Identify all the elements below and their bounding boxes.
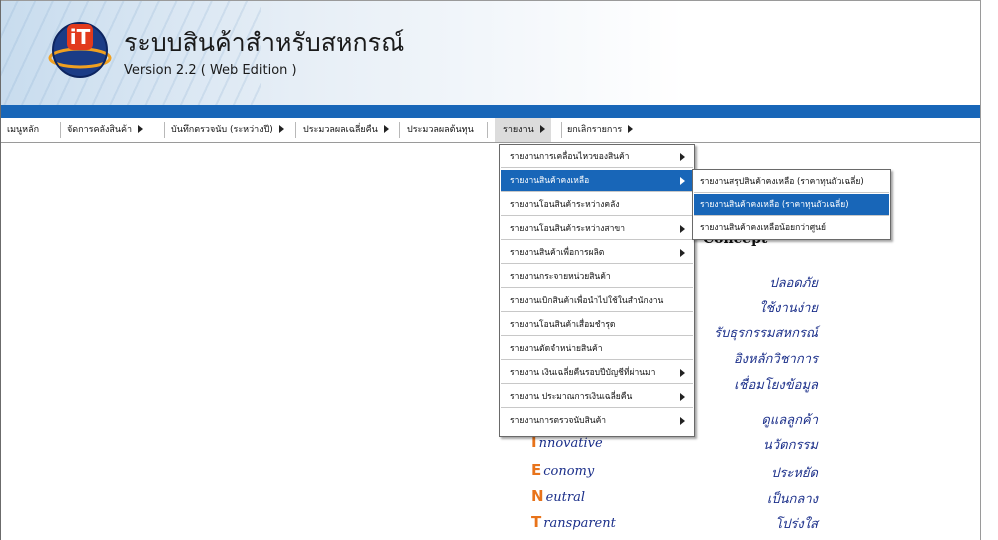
report-menu-item-label: รายงานเบิกสินค้าเพื่อนำไปใช้ในสำนักงาน xyxy=(510,296,664,306)
report-menu-item-label: รายงาน ประมาณการเงินเฉลี่ยคืน xyxy=(510,392,633,402)
report-menu-item[interactable]: รายงานการตรวจนับสินค้า xyxy=(501,410,693,432)
report-menu-item[interactable]: รายงานโอนสินค้าเสื่อมชำรุด xyxy=(501,314,693,336)
app-title: ระบบสินค้าสำหรับสหกรณ์ xyxy=(124,28,405,57)
report-menu-item[interactable]: รายงานโอนสินค้าระหว่างสาขา xyxy=(501,218,693,240)
chevron-right-icon xyxy=(680,417,685,425)
report-menu-item[interactable]: รายงาน เงินเฉลี่ยคืนรอบปีบัญชีที่ผ่านมา xyxy=(501,362,693,384)
chevron-right-icon xyxy=(138,125,144,133)
concept-value: ประหยัด xyxy=(771,466,818,481)
concept-value: รับธุรกรรมสหกรณ์ xyxy=(714,326,818,341)
concept-value: โปร่งใส xyxy=(775,517,818,532)
report-menu-item[interactable]: รายงาน ประมาณการเงินเฉลี่ยคืน xyxy=(501,386,693,408)
concept-value: นวัตกรรม xyxy=(762,438,818,453)
menu-main-label: เมนูหลัก xyxy=(7,125,40,135)
chevron-right-icon xyxy=(278,125,284,133)
concept-word: Neutral xyxy=(531,487,585,505)
report-menu-item[interactable]: รายงานโอนสินค้าระหว่างคลัง xyxy=(501,194,693,216)
report-menu-item-label: รายงานโอนสินค้าระหว่างสาขา xyxy=(510,224,625,234)
menu-dividend-process-label: ประมวลผลเฉลี่ยคืน xyxy=(303,125,378,135)
menu-count-record-label: บันทึกตรวจนับ (ระหว่างปี) xyxy=(171,125,273,135)
chevron-right-icon xyxy=(383,125,389,133)
menu-dividend-process[interactable]: ประมวลผลเฉลี่ยคืน xyxy=(303,118,389,142)
chevron-right-icon xyxy=(680,153,685,161)
concept-word: Transparent xyxy=(531,513,616,531)
stock-submenu-item[interactable]: รายงานสินค้าคงเหลือน้อยกว่าศูนย์ xyxy=(694,217,889,239)
chevron-right-icon xyxy=(680,369,685,377)
concept-value: อิงหลักวิชาการ xyxy=(733,352,818,367)
report-menu-item[interactable]: รายงานการเคลื่อนไหวของสินค้า xyxy=(501,146,693,168)
reports-dropdown: รายงานการเคลื่อนไหวของสินค้า รายงานสินค้… xyxy=(499,144,695,437)
app-header: iT ระบบสินค้าสำหรับสหกรณ์ Version 2.2 ( … xyxy=(1,1,980,105)
chevron-right-icon xyxy=(680,249,685,257)
report-menu-item[interactable]: รายงานตัดจำหน่ายสินค้า xyxy=(501,338,693,360)
header-band xyxy=(1,105,980,118)
menu-reports-label: รายงาน xyxy=(503,125,534,135)
menu-cost-process[interactable]: ประมวลผลต้นทุน xyxy=(407,118,474,142)
report-menu-item-label: รายงานกระจายหน่วยสินค้า xyxy=(510,272,611,282)
report-menu-item-label: รายงานโอนสินค้าระหว่างคลัง xyxy=(510,200,620,210)
concept-word-initial: N xyxy=(531,487,544,505)
report-menu-item-stock[interactable]: รายงานสินค้าคงเหลือ xyxy=(501,170,693,192)
stock-report-submenu: รายงานสรุปสินค้าคงเหลือ (ราคาทุนถัวเฉลี่… xyxy=(692,169,891,240)
menu-separator xyxy=(487,122,488,138)
menu-warehouse[interactable]: จัดการคลังสินค้า xyxy=(67,118,144,142)
app-logo-icon: iT xyxy=(48,22,112,78)
concept-word-rest: conomy xyxy=(543,464,595,479)
concept-value: ปลอดภัย xyxy=(769,276,818,291)
concept-word-rest: ransparent xyxy=(543,516,616,531)
menu-separator xyxy=(399,122,400,138)
report-menu-item-label: รายงานการตรวจนับสินค้า xyxy=(510,416,607,426)
menu-cancel[interactable]: ยกเลิกรายการ xyxy=(567,118,634,142)
stock-submenu-item-label: รายงานสินค้าคงเหลือ (ราคาทุนถัวเฉลี่ย) xyxy=(700,200,849,210)
report-menu-item[interactable]: รายงานสินค้าเพื่อการผลิต xyxy=(501,242,693,264)
menu-separator xyxy=(164,122,165,138)
concept-word-rest: nnovative xyxy=(538,436,603,451)
svg-text:iT: iT xyxy=(70,25,91,49)
menu-cost-process-label: ประมวลผลต้นทุน xyxy=(407,125,474,135)
stock-submenu-item-label: รายงานสินค้าคงเหลือน้อยกว่าศูนย์ xyxy=(700,223,826,233)
menu-warehouse-label: จัดการคลังสินค้า xyxy=(67,125,133,135)
app-version: Version 2.2 ( Web Edition ) xyxy=(124,63,297,78)
concept-word-rest: eutral xyxy=(545,490,585,505)
menu-separator xyxy=(295,122,296,138)
concept-word-initial: E xyxy=(531,461,542,479)
menu-reports[interactable]: รายงาน xyxy=(495,118,551,142)
menu-separator xyxy=(561,122,562,138)
report-menu-item-label: รายงานสินค้าคงเหลือ xyxy=(510,176,590,186)
menu-cancel-label: ยกเลิกรายการ xyxy=(567,125,623,135)
stock-submenu-item[interactable]: รายงานสรุปสินค้าคงเหลือ (ราคาทุนถัวเฉลี่… xyxy=(694,171,889,193)
concept-value: ดูแลลูกค้า xyxy=(761,413,818,428)
menu-main[interactable]: เมนูหลัก xyxy=(7,118,39,142)
report-menu-item-label: รายงานการเคลื่อนไหวของสินค้า xyxy=(510,152,630,162)
menu-bar: เมนูหลัก จัดการคลังสินค้า บันทึกตรวจนับ … xyxy=(1,118,980,143)
stock-submenu-item-label: รายงานสรุปสินค้าคงเหลือ (ราคาทุนถัวเฉลี่… xyxy=(700,177,864,187)
report-menu-item-label: รายงาน เงินเฉลี่ยคืนรอบปีบัญชีที่ผ่านมา xyxy=(510,368,656,378)
concept-word: Economy xyxy=(531,461,594,479)
report-menu-item-label: รายงานสินค้าเพื่อการผลิต xyxy=(510,248,605,258)
chevron-right-icon xyxy=(680,177,685,185)
chevron-right-icon xyxy=(539,125,545,133)
report-menu-item-label: รายงานโอนสินค้าเสื่อมชำรุด xyxy=(510,320,616,330)
report-menu-item-label: รายงานตัดจำหน่ายสินค้า xyxy=(510,344,603,354)
concept-value: เชื่อมโยงข้อมูล xyxy=(734,378,818,393)
menu-separator xyxy=(60,122,61,138)
chevron-right-icon xyxy=(680,225,685,233)
concept-value: ใช้งานง่าย xyxy=(759,301,818,316)
report-menu-item[interactable]: รายงานเบิกสินค้าเพื่อนำไปใช้ในสำนักงาน xyxy=(501,290,693,312)
report-menu-item[interactable]: รายงานกระจายหน่วยสินค้า xyxy=(501,266,693,288)
concept-value: เป็นกลาง xyxy=(766,492,818,507)
menu-count-record[interactable]: บันทึกตรวจนับ (ระหว่างปี) xyxy=(171,118,284,142)
stock-submenu-item[interactable]: รายงานสินค้าคงเหลือ (ราคาทุนถัวเฉลี่ย) xyxy=(694,194,889,216)
chevron-right-icon xyxy=(680,393,685,401)
concept-word-initial: T xyxy=(531,513,542,531)
chevron-right-icon xyxy=(628,125,634,133)
window-border-right xyxy=(980,0,981,540)
